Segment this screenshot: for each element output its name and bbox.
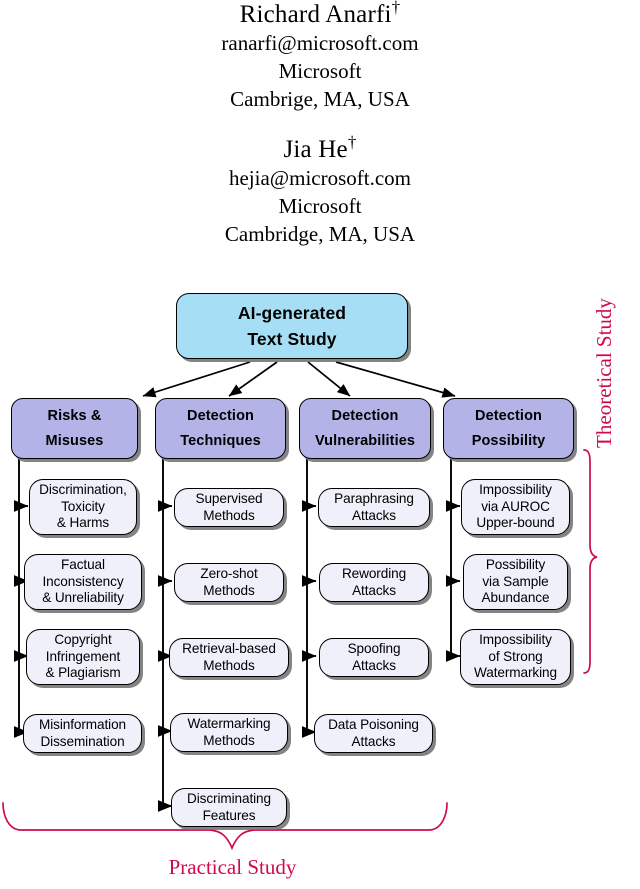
theoretical-study-label: Theoretical Study — [592, 298, 616, 448]
category-header-detection-vulnerabilities[interactable]: Detection Vulnerabilities — [299, 398, 431, 459]
author-2-affiliation: Microsoft — [278, 194, 362, 218]
leaf-node-label: Factual Inconsistency & Unreliability — [42, 557, 124, 606]
leaf-node[interactable]: Copyright Infringement & Plagiarism — [26, 629, 140, 685]
leaf-node-label: Retrieval-based Methods — [182, 640, 276, 673]
category-header-risks-misuses[interactable]: Risks & Misuses — [11, 398, 138, 459]
author-block: Richard Anarfi† ranarfi@microsoft.com Mi… — [0, 0, 640, 280]
leaf-node-label: Zero-shot Methods — [200, 565, 258, 598]
author-2-location: Cambridge, MA, USA — [224, 222, 416, 246]
leaf-node[interactable]: Possibility via Sample Abundance — [463, 554, 568, 610]
leaf-node[interactable]: Supervised Methods — [174, 488, 284, 527]
column-2-connectors — [157, 459, 173, 812]
leaf-node-label: Paraphrasing Attacks — [334, 490, 414, 523]
author-1-affiliation: Microsoft — [278, 59, 362, 83]
leaf-node-label: Rewording Attacks — [341, 565, 407, 598]
dagger-marker: † — [391, 0, 401, 17]
leaf-node-label: Possibility via Sample Abundance — [481, 557, 550, 606]
leaf-node-label: Data Poisoning Attacks — [328, 716, 419, 749]
leaf-node[interactable]: Retrieval-based Methods — [169, 638, 289, 677]
leaf-node-label: Watermarking Methods — [187, 715, 271, 748]
leaf-node[interactable]: Discrimination, Toxicity & Harms — [29, 479, 137, 535]
leaf-node[interactable]: Factual Inconsistency & Unreliability — [24, 554, 142, 610]
leaf-node-label: Impossibility of Strong Watermarking — [474, 632, 557, 681]
category-header-detection-techniques[interactable]: Detection Techniques — [155, 398, 286, 459]
author-spacer — [0, 113, 640, 135]
leaf-node-label: Discrimination, Toxicity & Harms — [39, 482, 127, 531]
leaf-node[interactable]: Watermarking Methods — [170, 713, 288, 752]
leaf-node[interactable]: Misinformation Dissemination — [23, 714, 142, 753]
leaf-node-label: Copyright Infringement & Plagiarism — [45, 632, 121, 681]
leaf-node[interactable]: Discriminating Features — [171, 788, 287, 827]
root-node-label: AI-generated Text Study — [237, 303, 347, 349]
leaf-node-label: Spoofing Attacks — [347, 640, 401, 673]
practical-study-label: Practical Study — [168, 855, 297, 879]
root-node[interactable]: AI-generated Text Study — [176, 293, 408, 359]
category-header-detection-possibility[interactable]: Detection Possibility — [443, 398, 574, 459]
category-header-label: Detection Techniques — [180, 407, 261, 449]
leaf-node-label: Supervised Methods — [195, 490, 263, 523]
author-2: Jia He† hejia@microsoft.com Microsoft Ca… — [0, 132, 640, 248]
leaf-node[interactable]: Zero-shot Methods — [174, 563, 284, 602]
author-2-email: hejia@microsoft.com — [228, 166, 412, 190]
root-connectors — [142, 361, 456, 398]
author-2-name: Jia He† — [283, 132, 357, 163]
author-1-location: Cambrige, MA, USA — [230, 87, 410, 111]
category-header-label: Risks & Misuses — [45, 407, 104, 449]
leaf-node[interactable]: Impossibility of Strong Watermarking — [460, 629, 571, 685]
leaf-node[interactable]: Data Poisoning Attacks — [314, 714, 433, 753]
theoretical-study-brace — [583, 449, 598, 674]
author-1-name: Richard Anarfi† — [0, 0, 640, 29]
author-1-email: ranarfi@microsoft.com — [221, 31, 419, 55]
category-header-label: Detection Vulnerabilities — [314, 407, 416, 449]
column-3-connectors — [301, 459, 317, 738]
leaf-node-label: Discriminating Features — [187, 790, 271, 823]
author-1: Richard Anarfi† ranarfi@microsoft.com Mi… — [0, 0, 640, 113]
leaf-node-label: Impossibility via AUROC Upper-bound — [476, 482, 555, 531]
category-header-label: Detection Possibility — [471, 407, 546, 449]
dagger-marker: † — [347, 132, 357, 152]
leaf-node[interactable]: Paraphrasing Attacks — [318, 488, 430, 527]
column-4-connectors — [445, 459, 461, 662]
leaf-node[interactable]: Impossibility via AUROC Upper-bound — [461, 479, 570, 535]
leaf-node[interactable]: Spoofing Attacks — [319, 638, 429, 677]
leaf-node[interactable]: Rewording Attacks — [319, 563, 429, 602]
leaf-node-label: Misinformation Dissemination — [39, 716, 126, 749]
